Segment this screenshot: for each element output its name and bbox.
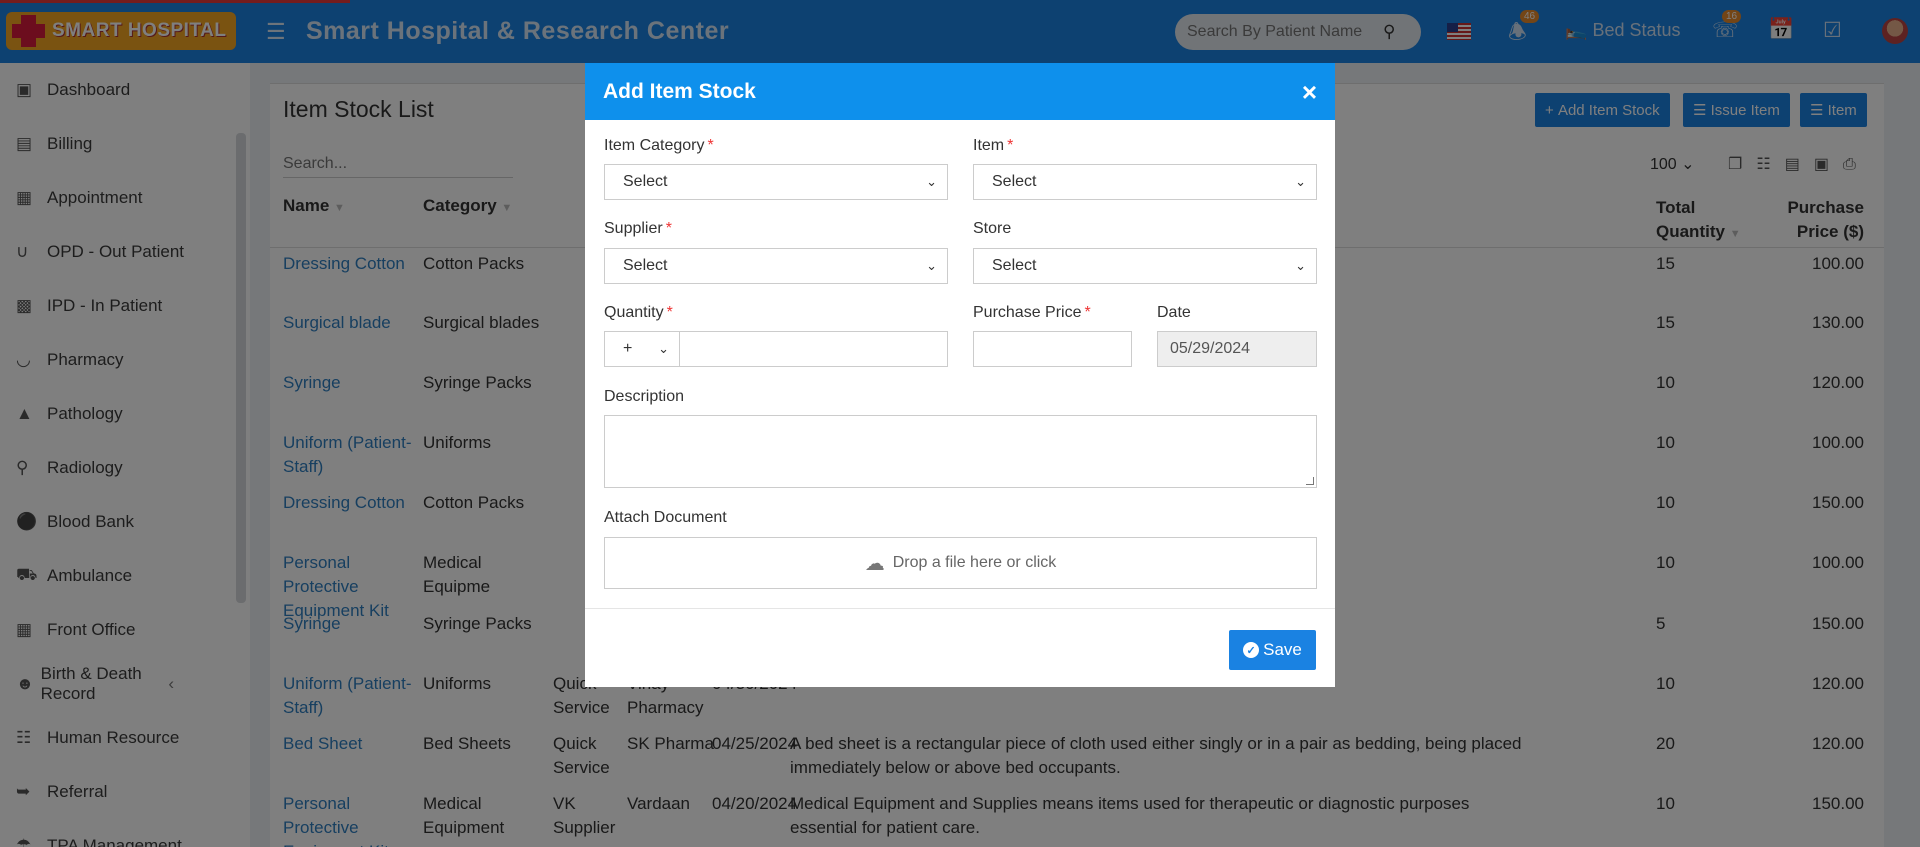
select-value: Select bbox=[992, 173, 1037, 190]
date-input[interactable]: 05/29/2024 bbox=[1157, 331, 1317, 367]
select-value: + bbox=[623, 340, 633, 357]
save-label: Save bbox=[1263, 640, 1302, 659]
required-mark: * bbox=[1084, 304, 1091, 321]
attach-document-label: Attach Document bbox=[604, 509, 727, 527]
item-select[interactable]: Select ⌄ bbox=[973, 164, 1317, 200]
purchase-price-label: Purchase Price * bbox=[973, 304, 1091, 322]
chevron-down-icon: ⌄ bbox=[1295, 174, 1306, 189]
check-circle-icon: ✓ bbox=[1243, 642, 1260, 658]
select-value: Select bbox=[623, 173, 668, 190]
close-icon[interactable]: × bbox=[1302, 77, 1317, 108]
date-label: Date bbox=[1157, 304, 1191, 322]
add-item-stock-modal: Add Item Stock × Item Category * Select ⌄ … bbox=[585, 63, 1335, 687]
label-text: Supplier bbox=[604, 220, 663, 237]
resize-handle-icon[interactable] bbox=[1306, 477, 1314, 485]
supplier-label: Supplier * bbox=[604, 220, 672, 238]
store-select[interactable]: Select ⌄ bbox=[973, 248, 1317, 284]
description-textarea[interactable] bbox=[604, 415, 1317, 488]
required-mark: * bbox=[666, 304, 673, 321]
modal-footer-divider bbox=[585, 608, 1335, 609]
label-text: Item Category bbox=[604, 137, 705, 154]
label-text: Item bbox=[973, 137, 1005, 154]
save-button[interactable]: ✓ Save bbox=[1229, 630, 1316, 670]
quantity-input[interactable] bbox=[679, 331, 948, 367]
modal-header: Add Item Stock × bbox=[585, 63, 1335, 120]
chevron-down-icon: ⌄ bbox=[926, 258, 937, 273]
select-value: Select bbox=[623, 257, 668, 274]
label-text: Store bbox=[973, 220, 1012, 237]
purchase-price-input[interactable] bbox=[973, 331, 1132, 367]
item-category-select[interactable]: Select ⌄ bbox=[604, 164, 948, 200]
store-label: Store bbox=[973, 220, 1011, 238]
required-mark: * bbox=[665, 220, 672, 237]
select-value: Select bbox=[992, 257, 1037, 274]
file-dropzone[interactable]: ☁ Drop a file here or click bbox=[604, 537, 1317, 589]
quantity-sign-select[interactable]: + ⌄ bbox=[604, 331, 680, 367]
description-label: Description bbox=[604, 388, 684, 406]
cloud-upload-icon: ☁ bbox=[864, 552, 885, 575]
modal-title: Add Item Stock bbox=[603, 79, 756, 103]
required-mark: * bbox=[707, 137, 714, 154]
item-label: Item * bbox=[973, 137, 1013, 155]
label-text: Description bbox=[604, 388, 685, 405]
quantity-label: Quantity * bbox=[604, 304, 673, 322]
label-text: Quantity bbox=[604, 304, 664, 321]
supplier-select[interactable]: Select ⌄ bbox=[604, 248, 948, 284]
dropzone-text: Drop a file here or click bbox=[892, 554, 1057, 571]
chevron-down-icon: ⌄ bbox=[1295, 258, 1306, 273]
item-category-label: Item Category * bbox=[604, 137, 714, 155]
label-text: Purchase Price bbox=[973, 304, 1082, 321]
chevron-down-icon: ⌄ bbox=[658, 341, 669, 356]
required-mark: * bbox=[1007, 137, 1014, 154]
label-text: Attach Document bbox=[604, 509, 727, 526]
date-value: 05/29/2024 bbox=[1170, 340, 1251, 357]
chevron-down-icon: ⌄ bbox=[926, 174, 937, 189]
label-text: Date bbox=[1157, 304, 1191, 321]
